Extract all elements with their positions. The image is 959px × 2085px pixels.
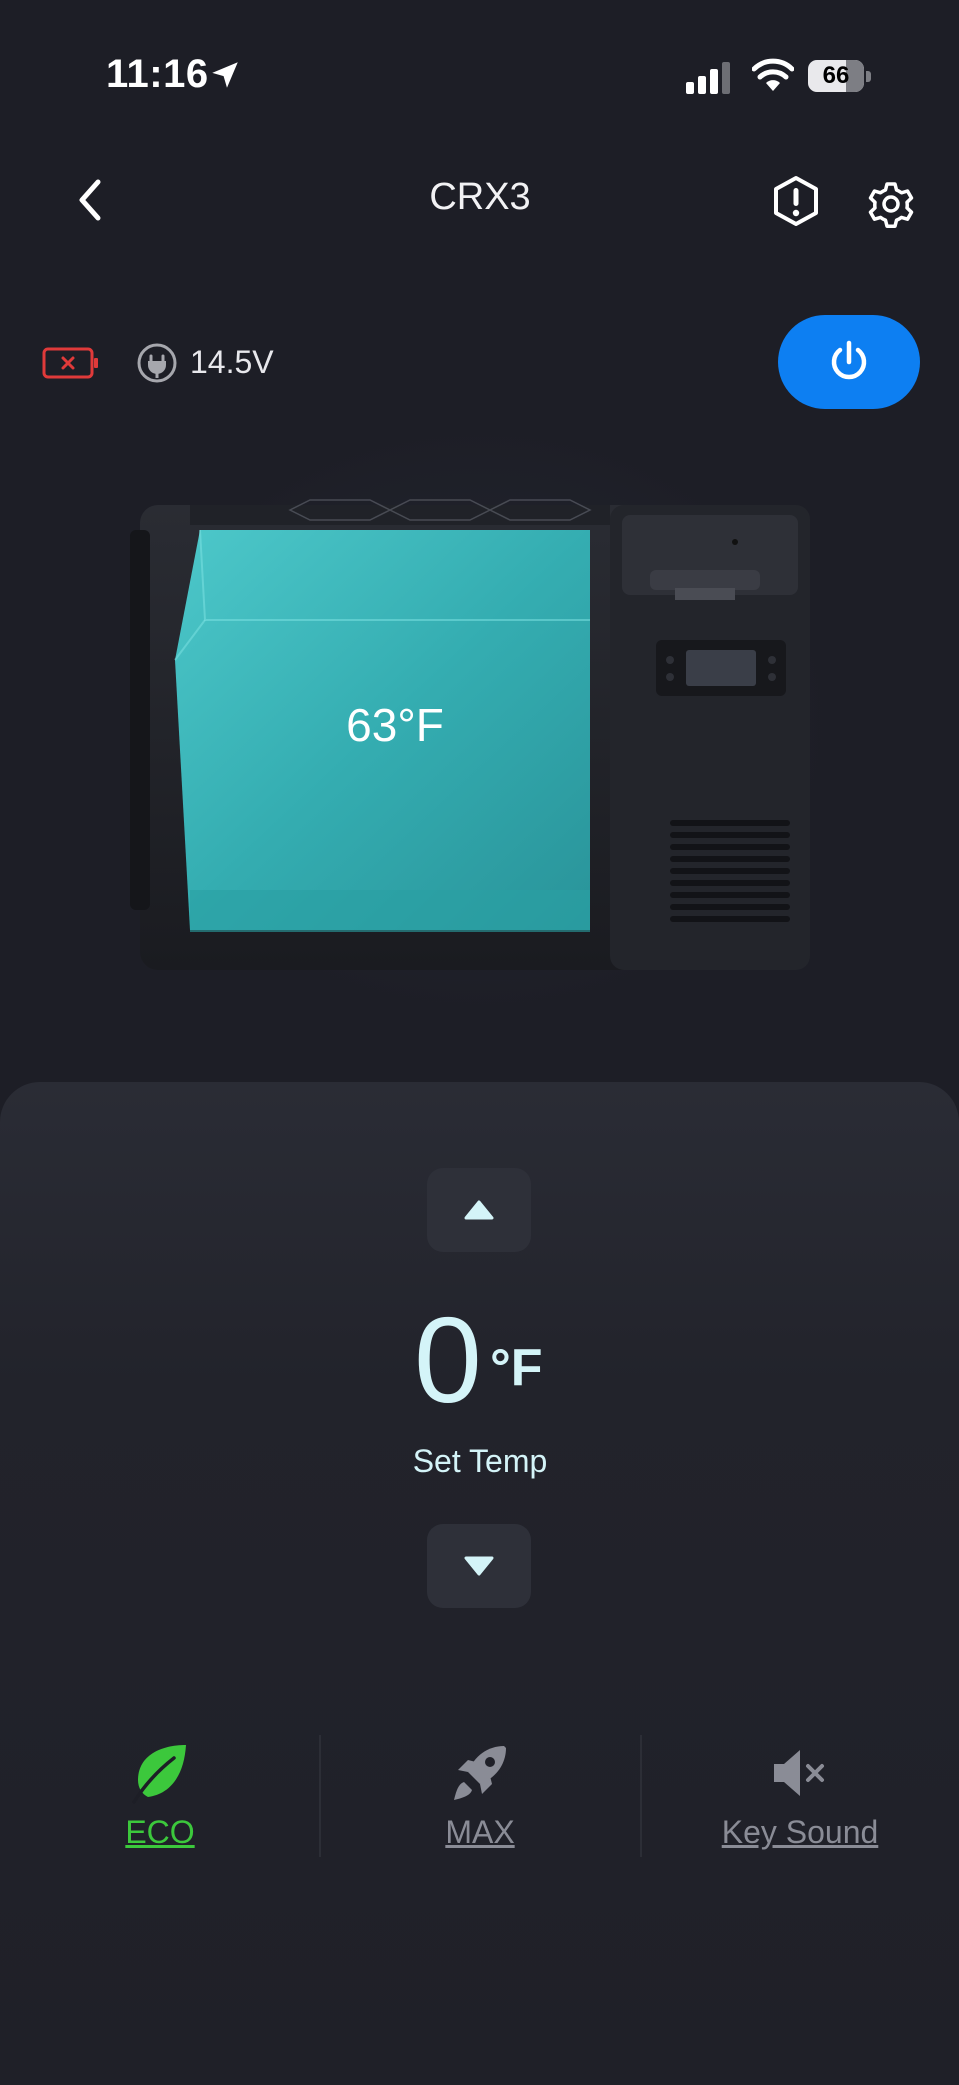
cellular-signal-icon bbox=[686, 62, 730, 94]
eco-mode-button[interactable]: ECO bbox=[60, 1742, 260, 1851]
alert-hexagon-icon[interactable] bbox=[770, 174, 822, 228]
triangle-up-icon bbox=[464, 1200, 494, 1220]
mode-divider bbox=[640, 1735, 642, 1857]
back-chevron-icon[interactable] bbox=[70, 176, 110, 224]
mode-divider bbox=[319, 1735, 321, 1857]
location-arrow-icon bbox=[212, 62, 238, 88]
eco-mode-label: ECO bbox=[125, 1814, 195, 1850]
page-title: CRX3 bbox=[429, 176, 531, 218]
compartment-temperature: 63°F bbox=[346, 699, 444, 751]
battery-warning-icon bbox=[42, 347, 98, 379]
set-temp-label: Set Temp bbox=[412, 1443, 548, 1479]
wifi-icon bbox=[752, 58, 794, 91]
power-button[interactable] bbox=[778, 315, 920, 409]
set-temp-unit: °F bbox=[490, 1339, 543, 1397]
gear-icon[interactable] bbox=[864, 174, 918, 228]
battery-level: 66 bbox=[822, 62, 850, 89]
rocket-icon bbox=[454, 1746, 506, 1800]
speaker-mute-icon bbox=[774, 1750, 824, 1796]
set-temperature: 0 °F bbox=[380, 1290, 580, 1430]
status-time: 11:16 bbox=[106, 52, 209, 96]
key-sound-button[interactable]: Key Sound bbox=[660, 1742, 940, 1851]
temp-up-button[interactable] bbox=[427, 1168, 531, 1252]
max-mode-label: MAX bbox=[445, 1814, 515, 1850]
battery-icon: 66 bbox=[808, 60, 872, 92]
max-mode-button[interactable]: MAX bbox=[380, 1742, 580, 1851]
voltage-reading: 14.5V bbox=[190, 344, 274, 380]
leaf-icon bbox=[132, 1745, 186, 1804]
plug-icon bbox=[137, 343, 177, 383]
power-icon bbox=[831, 340, 867, 380]
key-sound-label: Key Sound bbox=[721, 1814, 879, 1850]
set-temp-value: 0 bbox=[414, 1292, 482, 1428]
triangle-down-icon bbox=[464, 1556, 494, 1576]
temp-down-button[interactable] bbox=[427, 1524, 531, 1608]
